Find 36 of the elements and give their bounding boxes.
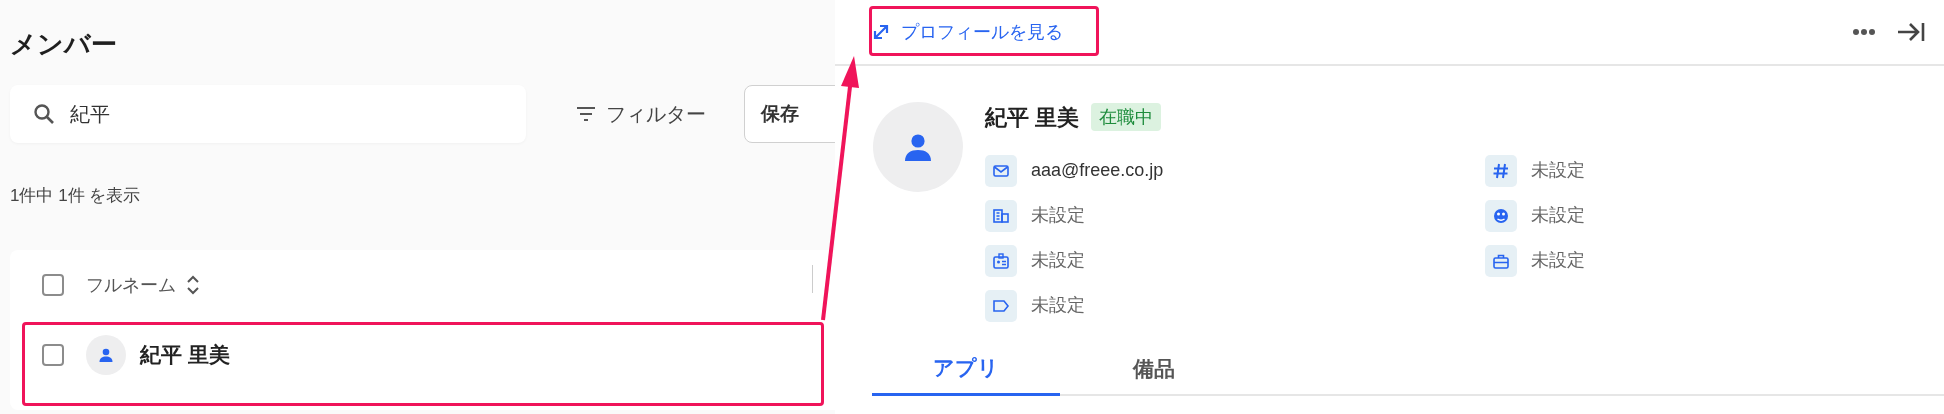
field-value: 未設定 [1531, 159, 1585, 182]
search-icon [32, 102, 56, 126]
tag-icon [985, 289, 1017, 322]
building-icon [985, 199, 1017, 232]
field-value: 未設定 [1031, 204, 1085, 227]
saved-button[interactable]: 保存 [744, 85, 835, 143]
search-input: 紀平 [70, 99, 470, 129]
field-value: 未設定 [1031, 294, 1085, 317]
column-header[interactable]: フルネーム [86, 271, 176, 299]
field-value: 未設定 [1531, 249, 1585, 272]
field-value: 未設定 [1531, 204, 1585, 227]
filter-button[interactable]: フィルター [576, 99, 706, 129]
profile-link[interactable]: プロフィールを見る [871, 18, 1063, 46]
sort-icon[interactable] [186, 274, 200, 296]
field-value: aaa@freee.co.jp [1031, 159, 1164, 182]
search-field[interactable]: 紀平 [10, 85, 526, 143]
field-value: 未設定 [1031, 249, 1085, 272]
avatar-icon [86, 335, 126, 375]
collapse-panel-icon[interactable] [1896, 20, 1926, 44]
member-name[interactable]: 紀平 里美 [140, 339, 230, 371]
tab[interactable]: アプリ [872, 342, 1060, 396]
checkbox[interactable] [42, 274, 64, 296]
tab[interactable]: 備品 [1060, 342, 1248, 396]
mail-icon [985, 154, 1017, 187]
filter-icon [576, 106, 596, 122]
smiley-icon [1485, 199, 1517, 232]
briefcase-icon [1485, 244, 1517, 277]
more-icon[interactable] [1852, 28, 1876, 36]
status-badge: 在職中 [1091, 103, 1162, 131]
result-count: 1件中 1件 を表示 [10, 185, 141, 207]
hash-icon [1485, 154, 1517, 187]
id-card-icon [985, 244, 1017, 277]
member-name: 紀平 里美 [985, 103, 1080, 132]
page-title: メンバー [10, 28, 117, 61]
checkbox[interactable] [42, 344, 64, 366]
expand-icon [871, 22, 891, 42]
